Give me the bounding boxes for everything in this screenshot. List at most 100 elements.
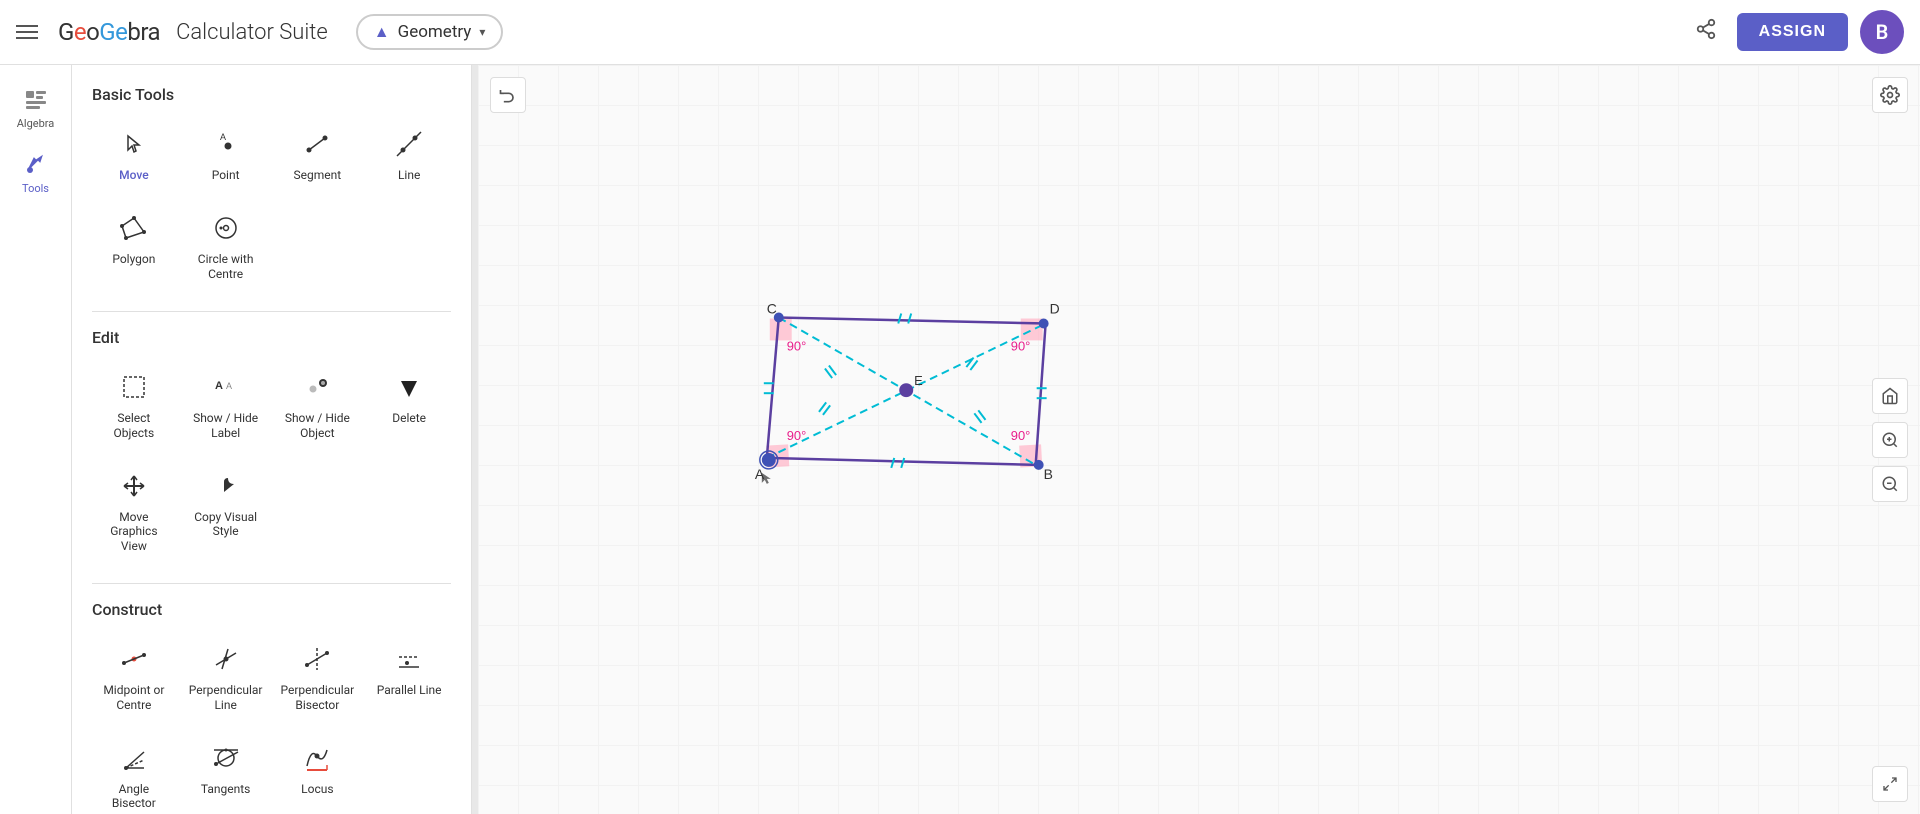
show-hide-object-icon <box>299 369 335 405</box>
zoom-out-button[interactable] <box>1872 466 1908 502</box>
canvas-right-buttons <box>1872 378 1908 502</box>
tangents-label: Tangents <box>201 782 251 796</box>
tool-point[interactable]: A Point <box>184 116 268 192</box>
home-button[interactable] <box>1872 378 1908 414</box>
menu-icon[interactable] <box>16 25 38 39</box>
header: GeoGebra Calculator Suite ▲ Geometry ▾ A… <box>0 0 1920 65</box>
tools-label: Tools <box>22 182 49 195</box>
icon-sidebar: Algebra Tools <box>0 65 72 814</box>
tools-panel: Basic Tools Move A Point <box>72 65 472 814</box>
svg-text:90°: 90° <box>787 338 807 353</box>
parallel-line-icon <box>391 641 427 677</box>
angle-bisector-label: Angle Bisector <box>96 782 172 811</box>
move-label: Move <box>119 168 149 182</box>
tool-tangents[interactable]: Tangents <box>184 730 268 814</box>
chevron-down-icon: ▾ <box>479 25 485 39</box>
move-graphics-icon <box>116 468 152 504</box>
assign-button[interactable]: ASSIGN <box>1737 13 1848 51</box>
geometry-dropdown[interactable]: ▲ Geometry ▾ <box>356 14 504 50</box>
basic-tools-grid: Move A Point <box>92 116 451 291</box>
show-hide-label-label: Show / Hide Label <box>188 411 264 440</box>
svg-text:C: C <box>767 301 777 317</box>
perpendicular-line-label: Perpendicular Line <box>188 683 264 712</box>
move-icon <box>116 126 152 162</box>
sidebar-item-algebra[interactable]: Algebra <box>6 77 66 138</box>
tools-icon <box>22 150 50 178</box>
circle-centre-icon <box>208 210 244 246</box>
canvas-toolbar <box>490 77 526 113</box>
construct-title: Construct <box>92 600 451 619</box>
line-label: Line <box>398 168 420 182</box>
calculator-suite-label: Calculator Suite <box>176 20 328 45</box>
main-content: Algebra Tools Basic Tools Move <box>0 65 1920 814</box>
show-hide-label-icon: A A <box>208 369 244 405</box>
logo: GeoGebra <box>58 18 160 46</box>
perpendicular-line-icon <box>208 641 244 677</box>
tool-circle-centre[interactable]: Circle with Centre <box>184 200 268 291</box>
edit-tools-grid: Select Objects A A Show / Hide Label <box>92 359 451 563</box>
delete-icon <box>391 369 427 405</box>
svg-text:A: A <box>220 132 226 142</box>
svg-text:90°: 90° <box>1011 338 1031 353</box>
tool-select-objects[interactable]: Select Objects <box>92 359 176 450</box>
tangents-icon <box>208 740 244 776</box>
line-icon <box>391 126 427 162</box>
tool-angle-bisector[interactable]: Angle Bisector <box>92 730 176 814</box>
svg-text:E: E <box>914 373 923 388</box>
svg-text:B: B <box>1044 466 1053 482</box>
tool-perp-bisector[interactable]: Perpendicular Bisector <box>276 631 360 722</box>
undo-button[interactable] <box>490 77 526 113</box>
geometry-icon: ▲ <box>374 22 390 42</box>
svg-text:90°: 90° <box>1011 428 1031 443</box>
avatar[interactable]: B <box>1860 10 1904 54</box>
svg-text:A: A <box>215 380 223 392</box>
select-objects-label: Select Objects <box>96 411 172 440</box>
geometry-label: Geometry <box>398 22 472 42</box>
move-graphics-label: Move Graphics View <box>96 510 172 553</box>
perp-bisector-label: Perpendicular Bisector <box>280 683 356 712</box>
construct-tools-grid: Midpoint or Centre Perpendicular Line <box>92 631 451 814</box>
copy-visual-style-icon <box>208 468 244 504</box>
svg-text:D: D <box>1050 301 1060 317</box>
point-label: Point <box>212 168 240 182</box>
point-icon: A <box>208 126 244 162</box>
polygon-label: Polygon <box>112 252 155 266</box>
basic-tools-title: Basic Tools <box>92 85 451 104</box>
tool-move-graphics[interactable]: Move Graphics View <box>92 458 176 563</box>
midpoint-label: Midpoint or Centre <box>96 683 172 712</box>
perp-bisector-icon <box>299 641 335 677</box>
tool-line[interactable]: Line <box>367 116 451 192</box>
tool-move[interactable]: Move <box>92 116 176 192</box>
segment-label: Segment <box>294 168 342 182</box>
svg-text:A: A <box>226 381 232 391</box>
segment-icon <box>299 126 335 162</box>
zoom-in-button[interactable] <box>1872 422 1908 458</box>
locus-icon <box>299 740 335 776</box>
tool-delete[interactable]: Delete <box>367 359 451 450</box>
tool-show-hide-object[interactable]: Show / Hide Object <box>276 359 360 450</box>
tool-midpoint[interactable]: Midpoint or Centre <box>92 631 176 722</box>
tool-copy-visual-style[interactable]: Copy Visual Style <box>184 458 268 563</box>
geometry-canvas[interactable]: 90° 90° 90° 90° A B C D E <box>478 65 1920 814</box>
tool-locus[interactable]: Locus <box>276 730 360 814</box>
settings-button[interactable] <box>1872 77 1908 113</box>
algebra-label: Algebra <box>17 117 55 130</box>
delete-label: Delete <box>392 411 426 425</box>
tool-perpendicular-line[interactable]: Perpendicular Line <box>184 631 268 722</box>
svg-text:90°: 90° <box>787 428 807 443</box>
sidebar-item-tools[interactable]: Tools <box>6 142 66 203</box>
canvas-area[interactable]: 90° 90° 90° 90° A B C D E <box>478 65 1920 814</box>
tool-parallel-line[interactable]: Parallel Line <box>367 631 451 722</box>
midpoint-icon <box>116 641 152 677</box>
tool-show-hide-label[interactable]: A A Show / Hide Label <box>184 359 268 450</box>
tool-polygon[interactable]: Polygon <box>92 200 176 291</box>
show-hide-object-label: Show / Hide Object <box>280 411 356 440</box>
tool-segment[interactable]: Segment <box>276 116 360 192</box>
canvas-bottom-right <box>1872 766 1908 802</box>
algebra-icon <box>22 85 50 113</box>
share-button[interactable] <box>1687 10 1725 54</box>
locus-label: Locus <box>301 782 333 796</box>
fullscreen-button[interactable] <box>1872 766 1908 802</box>
circle-centre-label: Circle with Centre <box>188 252 264 281</box>
polygon-icon <box>116 210 152 246</box>
